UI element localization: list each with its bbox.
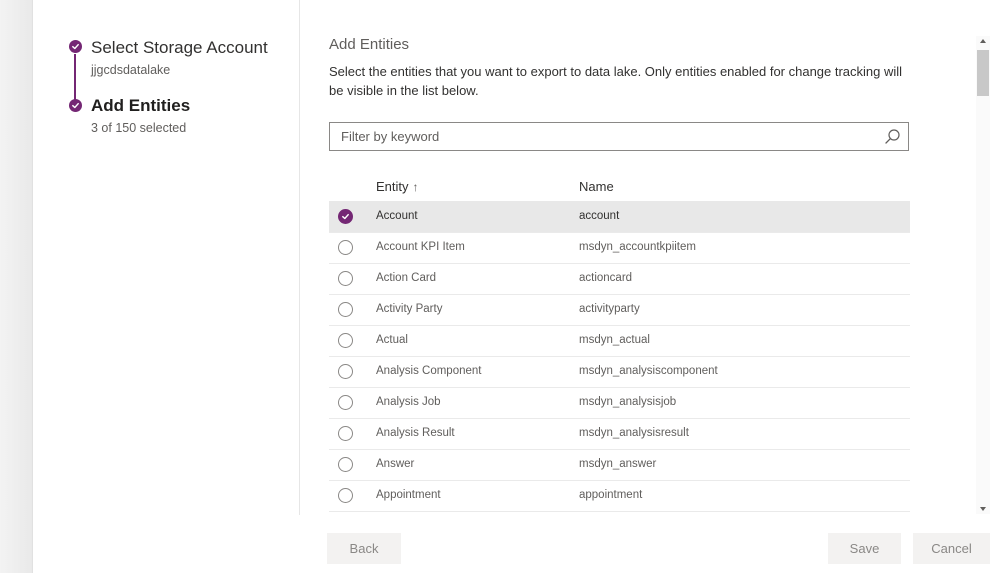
name-cell: msdyn_analysisjob [579,396,677,408]
table-row[interactable]: Analysis Job msdyn_analysisjob [329,388,910,419]
scroll-down-arrow-icon[interactable] [979,504,987,514]
step-title: Add Entities [91,96,191,115]
search-icon[interactable] [884,128,901,145]
arrow-up-icon: ↑ [412,180,419,194]
radio-unchecked-icon[interactable] [338,302,353,317]
entity-cell: Account KPI Item [376,241,465,253]
cancel-button[interactable]: Cancel [913,533,990,564]
wizard-steps-panel: Select Storage Account jjgcdsdatalake Ad… [33,0,300,515]
table-row[interactable]: Activity Party activityparty [329,295,910,326]
check-icon [342,213,349,220]
entity-cell: Analysis Result [376,427,455,439]
scroll-up-arrow-icon[interactable] [979,36,987,46]
table-header: Entity ↑ Name [329,171,910,202]
radio-unchecked-icon[interactable] [338,488,353,503]
radio-unchecked-icon[interactable] [338,240,353,255]
radio-unchecked-icon[interactable] [338,426,353,441]
table-row[interactable]: Account KPI Item msdyn_accountkpiitem [329,233,910,264]
column-header-entity[interactable]: Entity ↑ [376,179,419,194]
entity-cell: Actual [376,334,408,346]
radio-checked-icon[interactable] [338,209,353,224]
filter-box [329,122,909,151]
step-title: Select Storage Account [91,38,268,57]
entity-cell: Analysis Component [376,365,482,377]
main-content: Add Entities Select the entities that yo… [300,0,975,515]
table-row[interactable]: Action Card actioncard [329,264,910,295]
entity-cell: Appointment [376,489,441,501]
check-icon [69,40,82,53]
radio-unchecked-icon[interactable] [338,364,353,379]
table-row[interactable]: Actual msdyn_actual [329,326,910,357]
radio-unchecked-icon[interactable] [338,395,353,410]
check-icon [69,99,82,112]
column-header-name[interactable]: Name [579,179,614,194]
entity-cell: Activity Party [376,303,443,315]
name-cell: msdyn_actual [579,334,650,346]
entity-cell: Action Card [376,272,437,284]
page-title: Add Entities [329,36,410,53]
entities-table: Entity ↑ Name Account account Account KPI I… [329,171,910,512]
name-cell: actioncard [579,272,633,284]
table-body: Account account Account KPI Item msdyn_acco… [329,202,910,512]
left-gutter [0,0,33,573]
filter-input[interactable] [330,123,881,150]
step-subtitle: 3 of 150 selected [91,121,187,135]
radio-unchecked-icon[interactable] [338,333,353,348]
name-cell: msdyn_answer [579,458,657,470]
step-connector-line [74,54,76,100]
radio-unchecked-icon[interactable] [338,457,353,472]
back-button[interactable]: Back [327,533,401,564]
name-cell: msdyn_accountkpiitem [579,241,696,253]
name-cell: account [579,210,620,222]
column-header-label: Entity [376,179,409,194]
table-row[interactable]: Answer msdyn_answer [329,450,910,481]
table-row[interactable]: Appointment appointment [329,481,910,512]
scrollbar[interactable] [976,36,990,514]
step-subtitle: jjgcdsdatalake [91,63,171,77]
radio-unchecked-icon[interactable] [338,271,353,286]
page-description: Select the entities that you want to exp… [329,64,903,98]
name-cell: activityparty [579,303,640,315]
table-row[interactable]: Analysis Result msdyn_analysisresult [329,419,910,450]
column-header-label: Name [579,179,614,194]
entity-cell: Account [376,210,418,222]
table-row[interactable]: Account account [329,202,910,233]
name-cell: msdyn_analysiscomponent [579,365,718,377]
name-cell: msdyn_analysisresult [579,427,689,439]
entity-cell: Answer [376,458,415,470]
table-row[interactable]: Analysis Component msdyn_analysiscomponen… [329,357,910,388]
scrollbar-thumb[interactable] [977,50,989,96]
name-cell: appointment [579,489,643,501]
entity-cell: Analysis Job [376,396,441,408]
save-button[interactable]: Save [828,533,901,564]
